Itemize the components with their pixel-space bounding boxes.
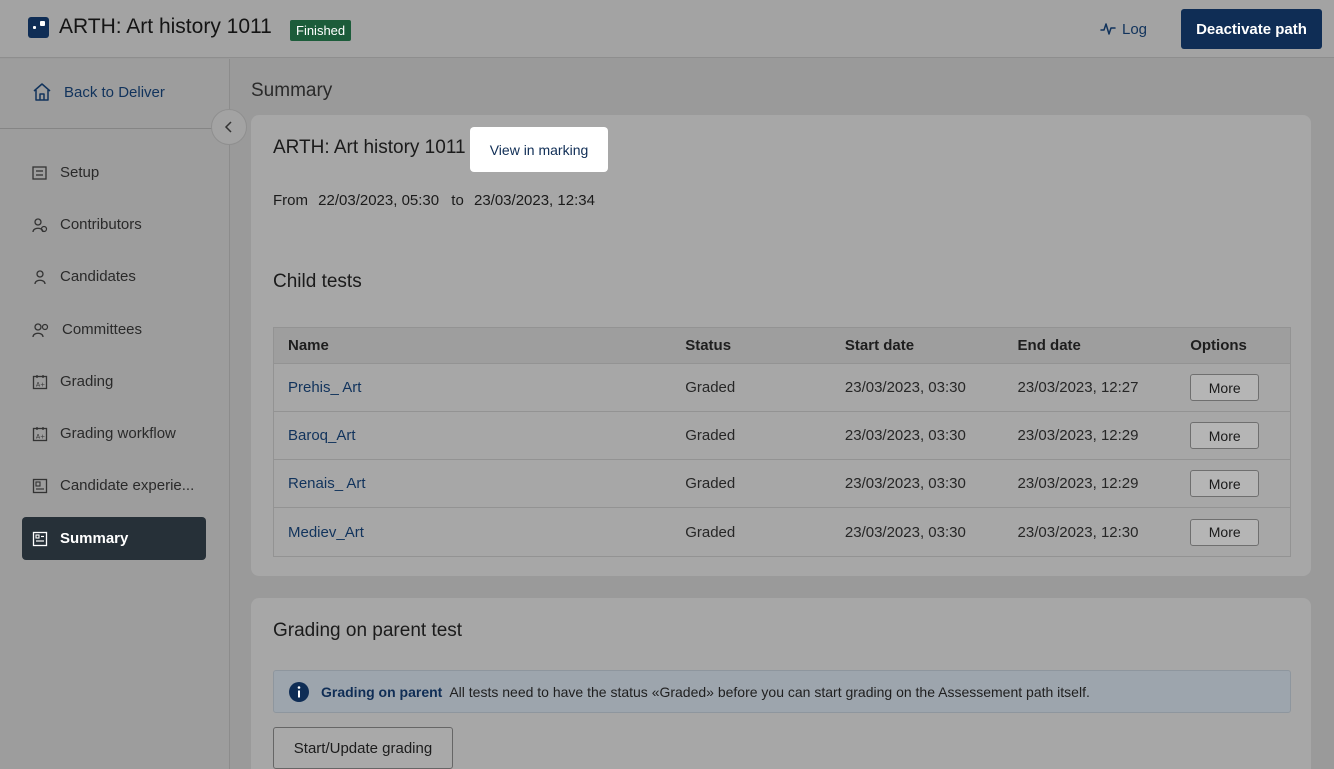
sidebar-divider (0, 128, 229, 129)
top-header: ARTH: Art history 1011 Finished Log Deac… (0, 0, 1334, 58)
sidebar-item-setup[interactable]: Setup (22, 151, 206, 194)
table-row: Baroq_Art Graded 23/03/2023, 03:30 23/03… (274, 412, 1290, 460)
more-button[interactable]: More (1190, 422, 1260, 449)
column-header-end-date: End date (1017, 337, 1081, 354)
column-header-status: Status (685, 337, 732, 354)
child-tests-table: Name Status Start date End date Options … (273, 327, 1291, 557)
svg-text:A+: A+ (36, 433, 45, 440)
column-header-start-date: Start date (844, 337, 915, 354)
child-test-end-date: 23/03/2023, 12:30 (1017, 523, 1139, 541)
grading-parent-card: Grading on parent test Grading on parent… (251, 598, 1311, 769)
more-button[interactable]: More (1190, 518, 1260, 546)
test-summary-card: ARTH: Art history 1011 View in marking F… (251, 115, 1311, 576)
view-in-marking-button[interactable]: View in marking (470, 127, 608, 172)
sidebar-item-label: Committees (62, 321, 143, 338)
table-row: Mediev_Art Graded 23/03/2023, 03:30 23/0… (274, 508, 1290, 556)
person-icon (34, 269, 46, 284)
sidebar-item-candidate-experience[interactable]: Candidate experie... (22, 464, 206, 507)
sidebar-item-committees[interactable]: Committees (22, 308, 206, 351)
sidebar-item-candidates[interactable]: Candidates (22, 255, 206, 298)
child-test-start-date: 23/03/2023, 03:30 (844, 523, 966, 541)
from-date: 22/03/2023, 05:30 (318, 192, 440, 209)
sidebar-item-label: Contributors (60, 216, 142, 233)
date-range: From 22/03/2023, 05:30 to 23/03/2023, 12… (273, 192, 601, 209)
child-test-start-date: 23/03/2023, 03:30 (844, 379, 966, 396)
sidebar-item-label: Candidate experie... (60, 477, 195, 494)
chevron-left-icon (224, 121, 232, 133)
column-header-name: Name (288, 337, 329, 354)
info-text: All tests need to have the status «Grade… (449, 683, 1090, 700)
sidebar-item-label: Grading (60, 373, 114, 390)
setup-icon (32, 165, 47, 180)
child-test-status: Graded (685, 523, 736, 541)
app-logo-icon (28, 17, 49, 38)
candidate-experience-icon (32, 478, 48, 493)
sidebar-item-summary[interactable]: Summary (22, 517, 206, 560)
sidebar-item-label: Grading workflow (60, 425, 176, 442)
sidebar-item-label: Setup (60, 164, 100, 181)
to-date: 23/03/2023, 12:34 (473, 192, 595, 209)
back-label: Back to Deliver (64, 83, 165, 101)
more-button[interactable]: More (1190, 470, 1260, 497)
child-test-link[interactable]: Baroq_Art (274, 427, 685, 444)
info-icon (289, 681, 309, 702)
activity-icon (1100, 23, 1116, 35)
test-title: ARTH: Art history 1011 (273, 137, 466, 158)
child-test-end-date: 23/03/2023, 12:29 (1017, 427, 1139, 444)
child-test-link[interactable]: Prehis_ Art (274, 379, 685, 396)
sidebar-item-grading[interactable]: A+ Grading (22, 360, 206, 403)
child-test-status: Graded (685, 379, 736, 396)
sidebar-item-contributors[interactable]: Contributors (22, 203, 206, 246)
more-button[interactable]: More (1190, 374, 1260, 401)
child-test-link[interactable]: Renais_ Art (274, 475, 685, 492)
page-title: ARTH: Art history 1011 (59, 15, 272, 38)
summary-icon (32, 531, 48, 546)
child-test-start-date: 23/03/2023, 03:30 (844, 475, 966, 492)
table-row: Renais_ Art Graded 23/03/2023, 03:30 23/… (274, 460, 1290, 508)
table-row: Prehis_ Art Graded 23/03/2023, 03:30 23/… (274, 364, 1290, 412)
log-link[interactable]: Log (1100, 18, 1147, 40)
child-test-link[interactable]: Mediev_Art (274, 524, 685, 541)
info-title: Grading on parent (321, 683, 443, 700)
grading-parent-heading: Grading on parent test (273, 620, 463, 641)
child-test-start-date: 23/03/2023, 03:30 (844, 427, 966, 444)
child-test-status: Graded (685, 475, 736, 492)
section-title: Summary (251, 80, 333, 101)
child-test-end-date: 23/03/2023, 12:29 (1017, 475, 1139, 492)
start-update-grading-button[interactable]: Start/Update grading (273, 727, 453, 769)
child-test-end-date: 23/03/2023, 12:27 (1017, 379, 1139, 396)
people-icon (32, 322, 49, 337)
table-header-row: Name Status Start date End date Options (274, 328, 1290, 364)
sidebar-item-label: Candidates (60, 268, 136, 285)
info-banner: Grading on parent All tests need to have… (273, 670, 1291, 713)
home-icon (33, 83, 51, 101)
grading-calendar-icon: A+ (32, 374, 48, 389)
child-tests-heading: Child tests (273, 271, 362, 292)
contributors-icon (32, 217, 48, 232)
sidebar: Back to Deliver Setup Contributors Candi… (0, 59, 247, 769)
sidebar-item-label: Summary (60, 530, 129, 547)
sidebar-item-grading-workflow[interactable]: A+ Grading workflow (22, 412, 206, 455)
back-to-deliver-link[interactable]: Back to Deliver (32, 82, 165, 102)
log-label: Log (1122, 20, 1148, 38)
grading-calendar-icon: A+ (32, 426, 48, 441)
from-label: From (273, 192, 308, 209)
svg-text:A+: A+ (36, 381, 45, 388)
collapse-sidebar-button[interactable] (211, 109, 247, 145)
child-test-status: Graded (685, 427, 736, 444)
to-label: to (451, 192, 464, 209)
deactivate-path-button[interactable]: Deactivate path (1181, 9, 1322, 49)
status-badge: Finished (290, 20, 352, 41)
column-header-options: Options (1190, 337, 1247, 354)
